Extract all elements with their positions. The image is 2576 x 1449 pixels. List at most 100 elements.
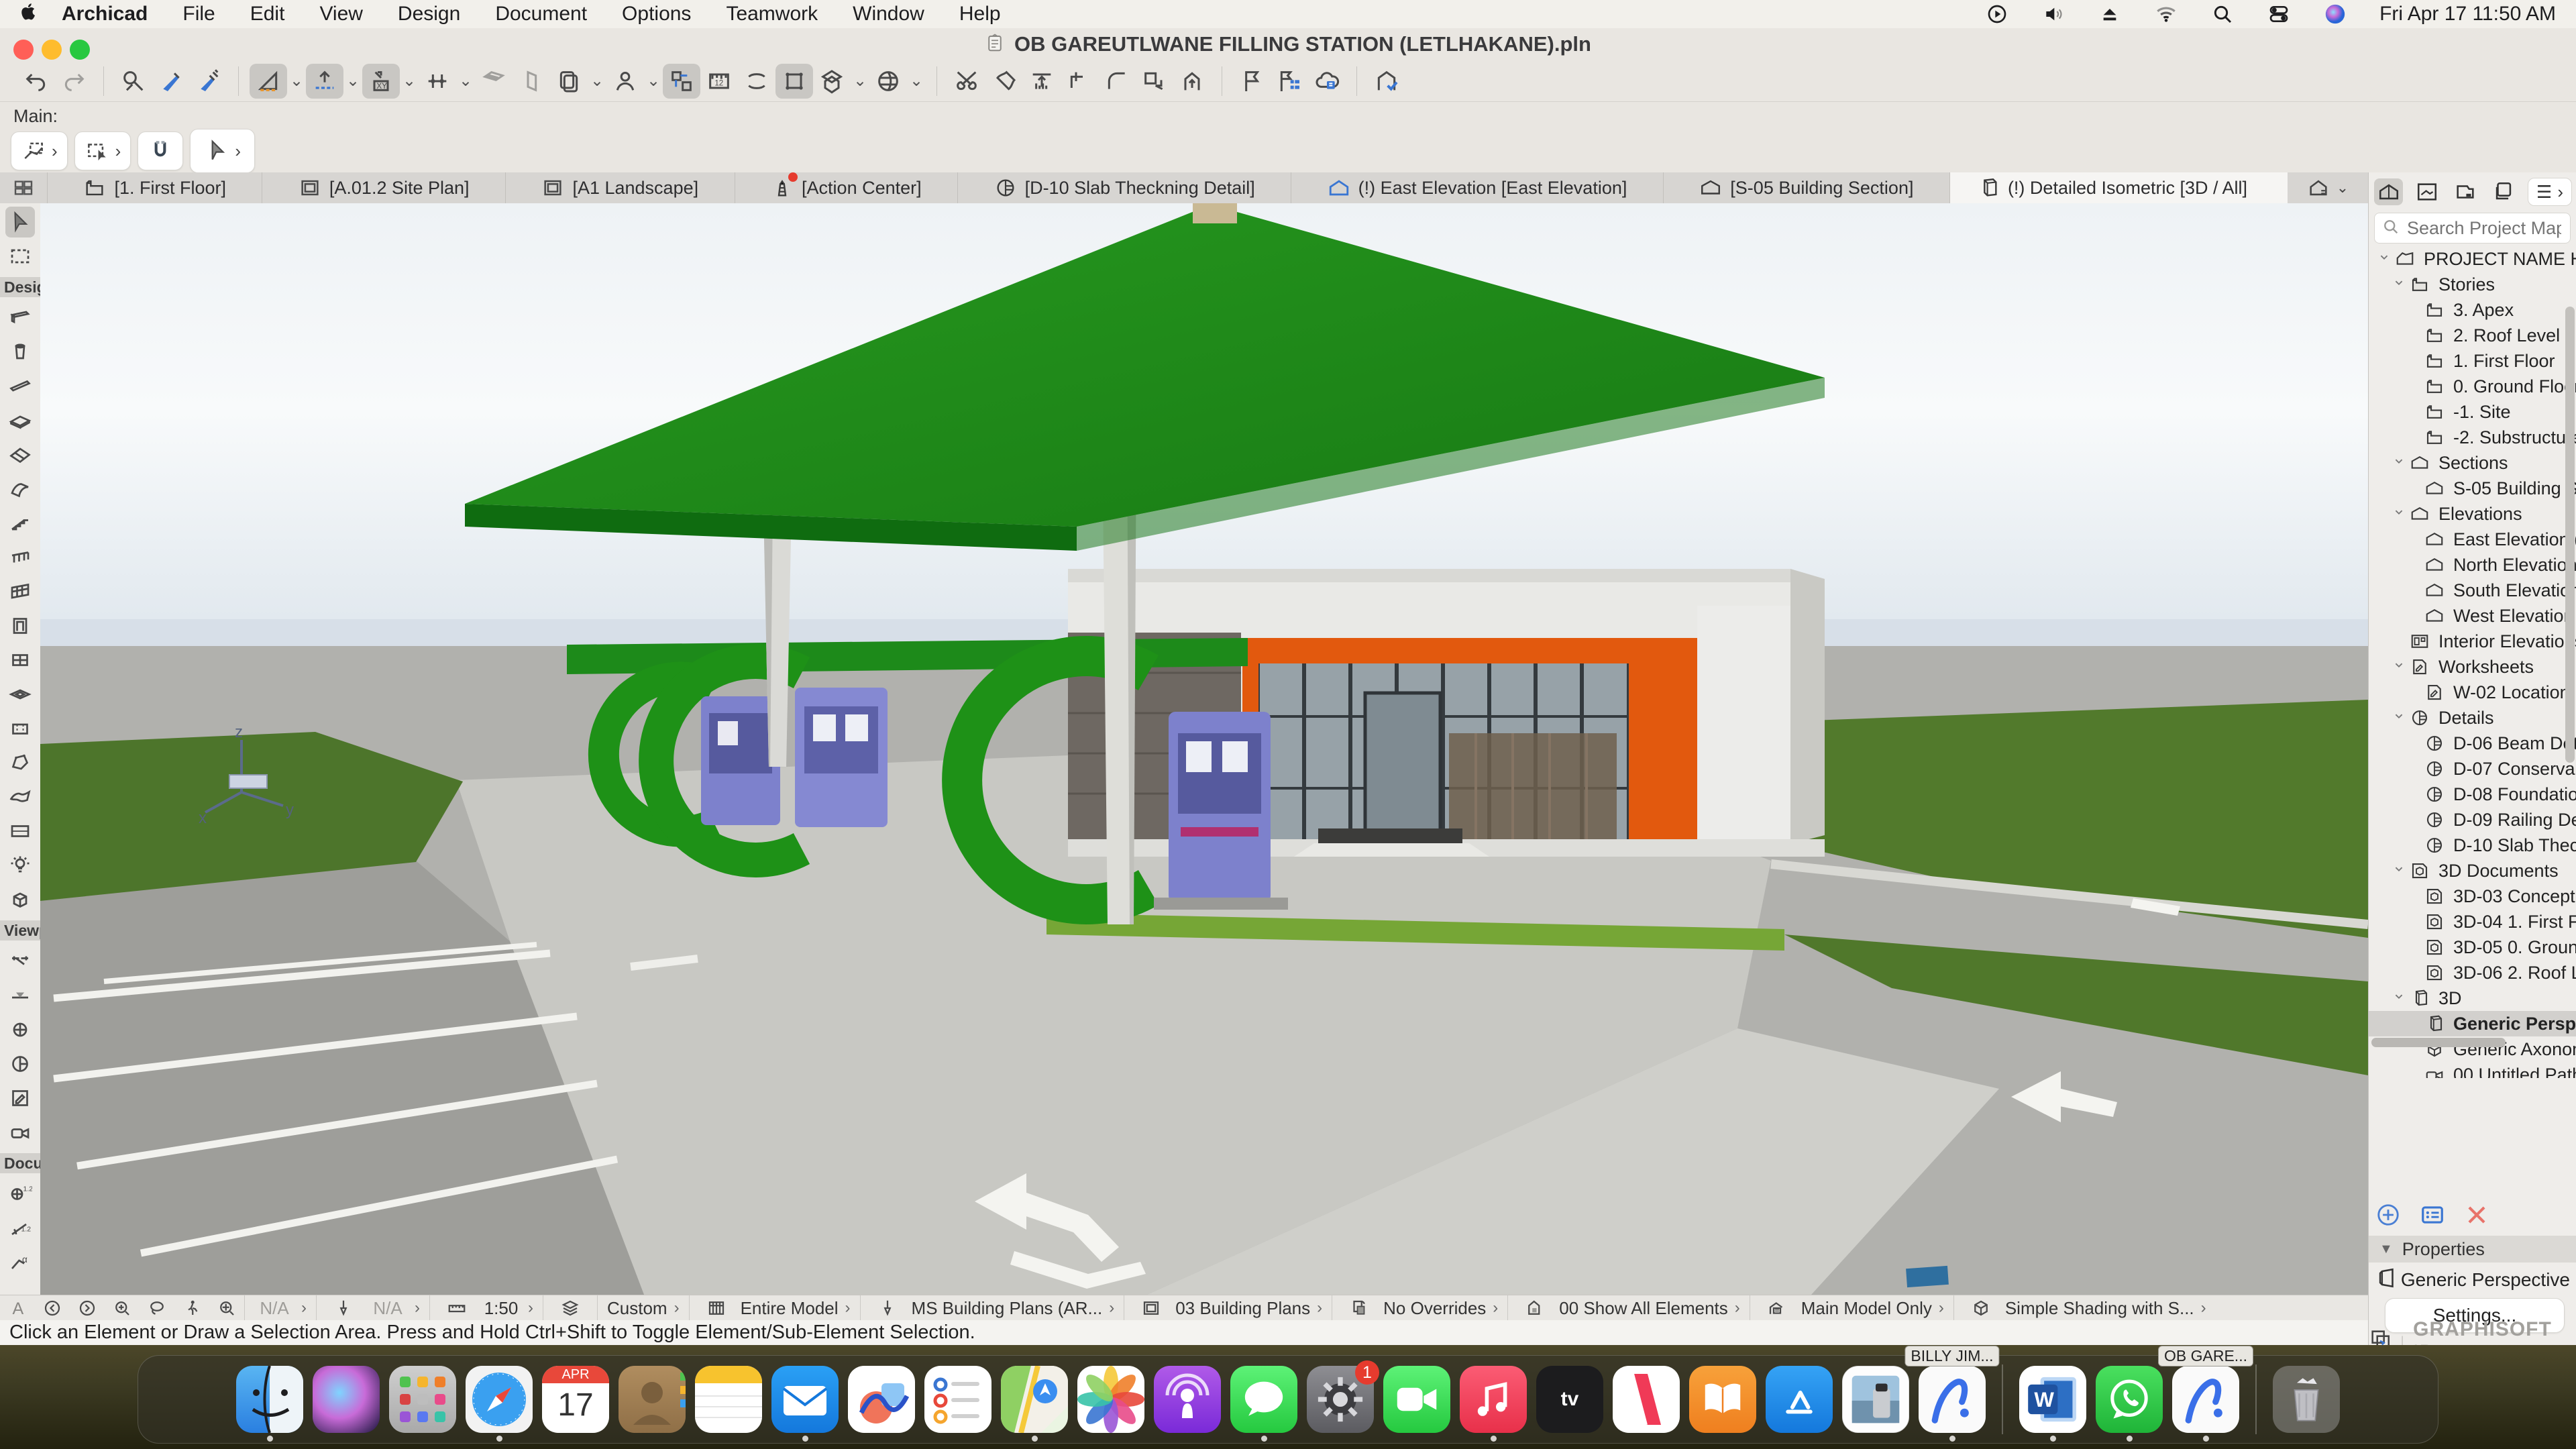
dock-icon-reminders[interactable] [924,1366,991,1433]
flag-list-icon[interactable] [1271,64,1308,99]
column-tool[interactable] [5,337,35,368]
tree-item-east-elevation-au[interactable]: East Elevation (Au [2369,527,2576,552]
opening-tool[interactable] [5,713,35,744]
beam-tool[interactable] [5,371,35,402]
menu-item-help[interactable]: Help [959,3,1001,25]
dropdown-caret-icon[interactable]: ⌄ [456,71,475,91]
quick-option-simple-shading-with-s-[interactable]: Simple Shading with S...› [1953,1295,2216,1321]
explore-walk-icon[interactable] [177,1297,207,1319]
coordinates-xy-icon[interactable]: XY [362,64,400,99]
media-play-icon[interactable] [1985,2,2009,26]
tree-item-w-02-location-ma[interactable]: W-02 Location Ma [2369,680,2576,705]
tree-item-south-elevation-a[interactable]: South Elevation (A [2369,578,2576,603]
quick-option-n-a[interactable]: N/A› [244,1295,316,1321]
tab--d-10-slab-theckning-detail-[interactable]: [D-10 Slab Theckning Detail] [958,172,1291,203]
virtual-trace-icon[interactable] [550,64,588,99]
tree-item-3d[interactable]: 3D [2369,985,2576,1011]
menu-item-edit[interactable]: Edit [250,3,285,25]
tree-item-3d-06-2-roof-lev[interactable]: 3D-06 2. Roof Lev [2369,960,2576,985]
pick-up-parameters-icon[interactable] [115,64,152,99]
worksheet-tool-tool[interactable] [5,1083,35,1114]
elevation-tool-tool[interactable] [5,980,35,1011]
tree-item-stories[interactable]: Stories [2369,272,2576,297]
tree-item-generic-perspect[interactable]: Generic Perspect [2369,1011,2576,1036]
menu-item-archicad[interactable]: Archicad [62,3,148,25]
layout-book-tab[interactable] [2451,178,2480,205]
quick-option-03-building-plans[interactable]: 03 Building Plans› [1124,1295,1332,1321]
dock-icon-launchpad[interactable] [389,1366,456,1433]
elevate-icon[interactable] [1173,64,1211,99]
lamp-tool[interactable] [5,850,35,881]
skylight-tool[interactable] [5,679,35,710]
tree-item-project-name-here[interactable]: PROJECT NAME HERE [2369,246,2576,272]
tree-item-d-07-conservancy[interactable]: D-07 Conservancy [2369,756,2576,782]
dock-icon-app-store[interactable] [1766,1366,1833,1433]
tree-item-2-roof-level[interactable]: 2. Roof Level [2369,323,2576,348]
close-window-button[interactable] [13,40,34,60]
tree-item-3-apex[interactable]: 3. Apex [2369,297,2576,323]
dock-icon-word[interactable]: W [2019,1366,2086,1433]
tree-item-d-06-beam-detail[interactable]: D-06 Beam Detail [2369,731,2576,756]
inject-all-parameters-icon[interactable] [190,64,227,99]
dropdown-caret-icon[interactable]: ⌄ [287,71,306,91]
dock-icon-archicad-ob-gare-[interactable]: OB GARE... [2172,1366,2239,1433]
menu-item-options[interactable]: Options [622,3,691,25]
tab--east-elevation-east-elevation-[interactable]: (!) East Elevation [East Elevation] [1291,172,1664,203]
publisher-sets-tab[interactable] [2489,178,2518,205]
quick-option-layers[interactable] [543,1295,597,1321]
tree-item-3d-05-0-ground-f[interactable]: 3D-05 0. Ground F [2369,934,2576,960]
tab--action-center-[interactable]: [Action Center] [735,172,959,203]
dropdown-caret-icon[interactable]: ⌄ [851,71,869,91]
dock-icon-whatsapp[interactable] [2096,1366,2163,1433]
apple-menu-icon[interactable] [19,1,39,27]
arrow-tool[interactable] [5,207,35,237]
siri-icon[interactable] [2323,2,2347,26]
tab--s-05-building-section-[interactable]: [S-05 Building Section] [1664,172,1950,203]
selection-area-button[interactable]: › [74,131,131,170]
menu-item-design[interactable]: Design [398,3,460,25]
menu-item-view[interactable]: View [319,3,362,25]
chevron-down-icon[interactable] [2374,250,2394,268]
spotlight-icon[interactable] [2210,2,2235,26]
snap-guides-icon[interactable] [306,64,343,99]
dock-icon-photo-window[interactable] [1842,1366,1909,1433]
tree-item-3d-03-conceptual[interactable]: 3D-03 Conceptual [2369,883,2576,909]
chevron-down-icon[interactable] [2389,657,2409,676]
chevron-down-icon[interactable] [2389,504,2409,523]
orbit-icon[interactable] [869,64,907,99]
tree-item-d-08-foundation-d[interactable]: D-08 Foundation D [2369,782,2576,807]
dock-icon-tv[interactable]: tv [1536,1366,1603,1433]
tree-vertical-scrollbar[interactable] [2565,307,2575,763]
tree-item-s-05-building-sect[interactable]: S-05 Building Sect [2369,476,2576,501]
railing-tool[interactable] [5,542,35,573]
chevron-down-icon[interactable] [2389,275,2409,294]
tree-item-1-first-floor[interactable]: 1. First Floor [2369,348,2576,374]
grid-display-icon[interactable] [475,64,513,99]
slab-tool[interactable] [5,405,35,436]
dock-icon-maps[interactable] [1001,1366,1068,1433]
tab--a-01-2-site-plan-[interactable]: [A.01.2 Site Plan] [262,172,506,203]
navigator-search[interactable] [2374,213,2571,244]
3d-viewport[interactable]: x y z [40,203,2368,1295]
view-forward-icon[interactable] [72,1297,102,1319]
tab--detailed-isometric-3d-all-[interactable]: (!) Detailed Isometric [3D / All] [1950,172,2288,203]
tree-item-0-ground-floor[interactable]: 0. Ground Floor [2369,374,2576,399]
align-icon[interactable] [1023,64,1061,99]
curtain-wall-tool[interactable] [5,576,35,607]
quick-option-custom[interactable]: Custom› [597,1295,689,1321]
dock-icon-freeform[interactable] [848,1366,915,1433]
dock-icon-notes[interactable] [695,1366,762,1433]
tree-item-north-elevation-a[interactable]: North Elevation (A [2369,552,2576,578]
stair-tool[interactable] [5,508,35,539]
inject-parameters-icon[interactable] [152,64,190,99]
zoom-window-button[interactable] [70,40,90,60]
object-tool[interactable] [5,884,35,915]
dropdown-caret-icon[interactable]: ⌄ [588,71,606,91]
fillet-icon[interactable] [1098,64,1136,99]
trim-icon[interactable] [1061,64,1098,99]
chevron-down-icon[interactable] [2389,708,2409,727]
tree-item-3d-04-1-first-floo[interactable]: 3D-04 1. First Floo [2369,909,2576,934]
dock-icon-mail[interactable] [771,1366,839,1433]
section-tool-tool[interactable] [5,946,35,977]
dock-icon-books[interactable] [1689,1366,1756,1433]
